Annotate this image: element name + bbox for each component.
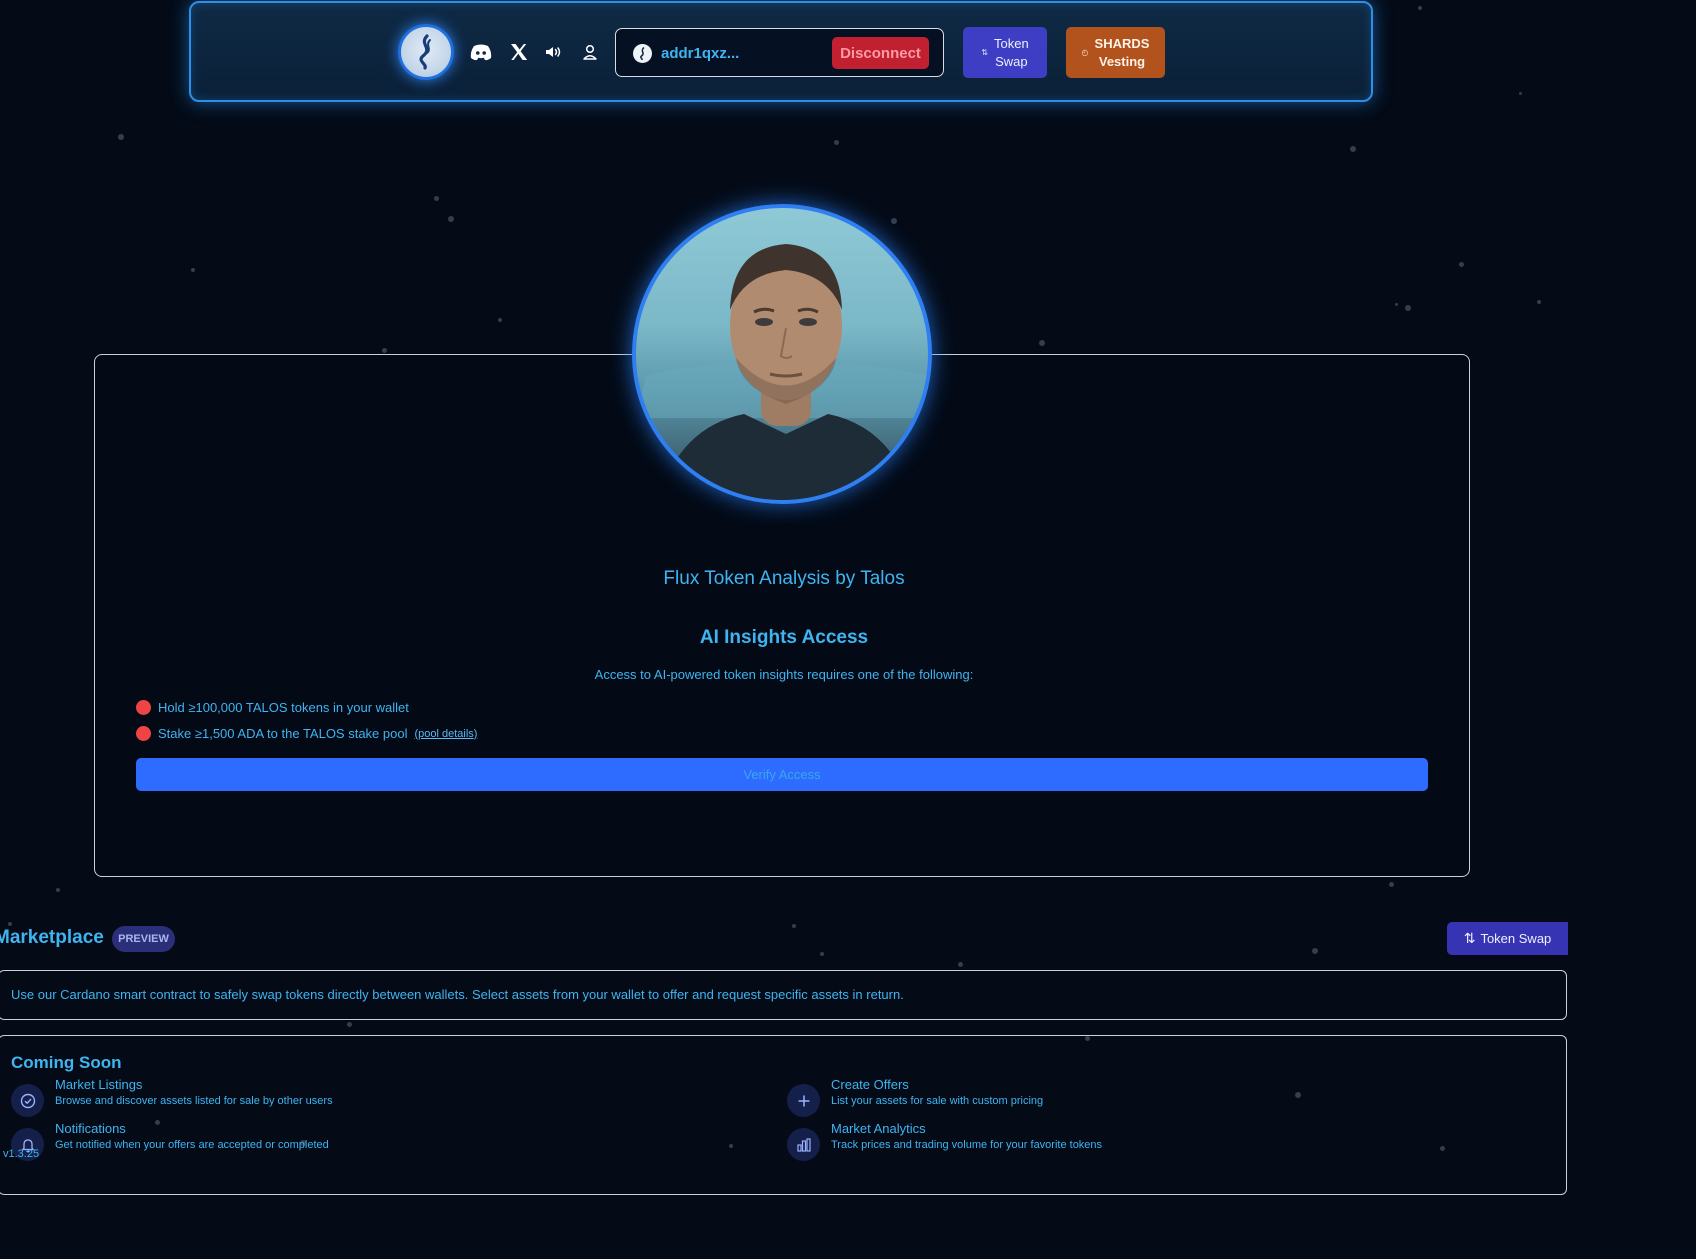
coming-soon-title: Coming Soon	[11, 1053, 122, 1072]
clock-icon: ◴	[1081, 48, 1089, 57]
feature-description: Get notified when your offers are accept…	[55, 1139, 329, 1151]
token-swap-marketplace-button[interactable]: ⇅ Token Swap	[1447, 922, 1568, 955]
shards-label-line2: Vesting	[1098, 53, 1146, 69]
talos-logo-icon[interactable]	[398, 24, 454, 80]
talos-avatar	[632, 204, 932, 504]
wallet-icon	[633, 44, 652, 63]
requirement-text: Stake ≥1,500 ADA to the TALOS stake pool	[158, 726, 408, 741]
pool-details-link[interactable]: (pool details)	[414, 728, 477, 740]
disconnect-button[interactable]: Disconnect	[832, 37, 929, 69]
swap-icon: ⇅	[1463, 930, 1476, 946]
verify-access-button[interactable]: Verify Access	[136, 758, 1428, 791]
marketplace-description: Use our Cardano smart contract to safely…	[11, 987, 904, 1002]
feature-name: Create Offers	[831, 1077, 909, 1092]
marketplace-info-box: Use our Cardano smart contract to safely…	[0, 970, 1567, 1020]
analysis-title: Flux Token Analysis by Talos	[663, 568, 905, 589]
speaker-icon[interactable]	[542, 40, 566, 64]
access-description: Access to AI-powered token insights requ…	[594, 667, 974, 682]
feature-name: Market Listings	[55, 1077, 143, 1092]
status-dot-unmet	[136, 726, 151, 741]
feature-description: Track prices and trading volume for your…	[831, 1139, 1103, 1151]
token-swap-header-button[interactable]: ⇅ Token Swap	[963, 27, 1047, 78]
feature-description: List your assets for sale with custom pr…	[831, 1095, 1044, 1107]
access-heading: AI Insights Access	[699, 627, 869, 648]
token-swap-label: Token Swap	[1480, 931, 1552, 946]
plus-icon	[787, 1084, 820, 1117]
version-label: v1.3.25	[3, 1148, 40, 1160]
user-icon[interactable]	[578, 40, 602, 64]
bar-chart-icon	[787, 1128, 820, 1161]
feature-description: Browse and discover assets listed for sa…	[55, 1095, 333, 1107]
status-dot-unmet	[136, 700, 151, 715]
wallet-connection-box: addr1qxz... Disconnect	[615, 28, 944, 77]
check-circle-icon	[11, 1084, 44, 1117]
discord-icon[interactable]	[469, 40, 493, 64]
requirement-item: Hold ≥100,000 TALOS tokens in your walle…	[136, 700, 409, 715]
marketplace-title: Marketplace	[0, 927, 104, 948]
wallet-address: addr1qxz...	[661, 45, 740, 62]
x-icon[interactable]	[507, 40, 531, 64]
token-swap-label-line1: Token	[994, 35, 1029, 51]
requirement-text: Hold ≥100,000 TALOS tokens in your walle…	[158, 700, 409, 715]
preview-badge: PREVIEW	[112, 926, 175, 952]
shards-label-line1: SHARDS	[1094, 35, 1150, 51]
coming-soon-section	[0, 1035, 1567, 1195]
feature-name: Market Analytics	[831, 1121, 926, 1136]
shards-vesting-button[interactable]: ◴ SHARDS Vesting	[1066, 27, 1165, 78]
feature-name: Notifications	[55, 1121, 126, 1136]
swap-icon: ⇅	[981, 48, 988, 57]
token-swap-label-line2: Swap	[995, 53, 1028, 69]
requirement-item: Stake ≥1,500 ADA to the TALOS stake pool…	[136, 726, 477, 741]
